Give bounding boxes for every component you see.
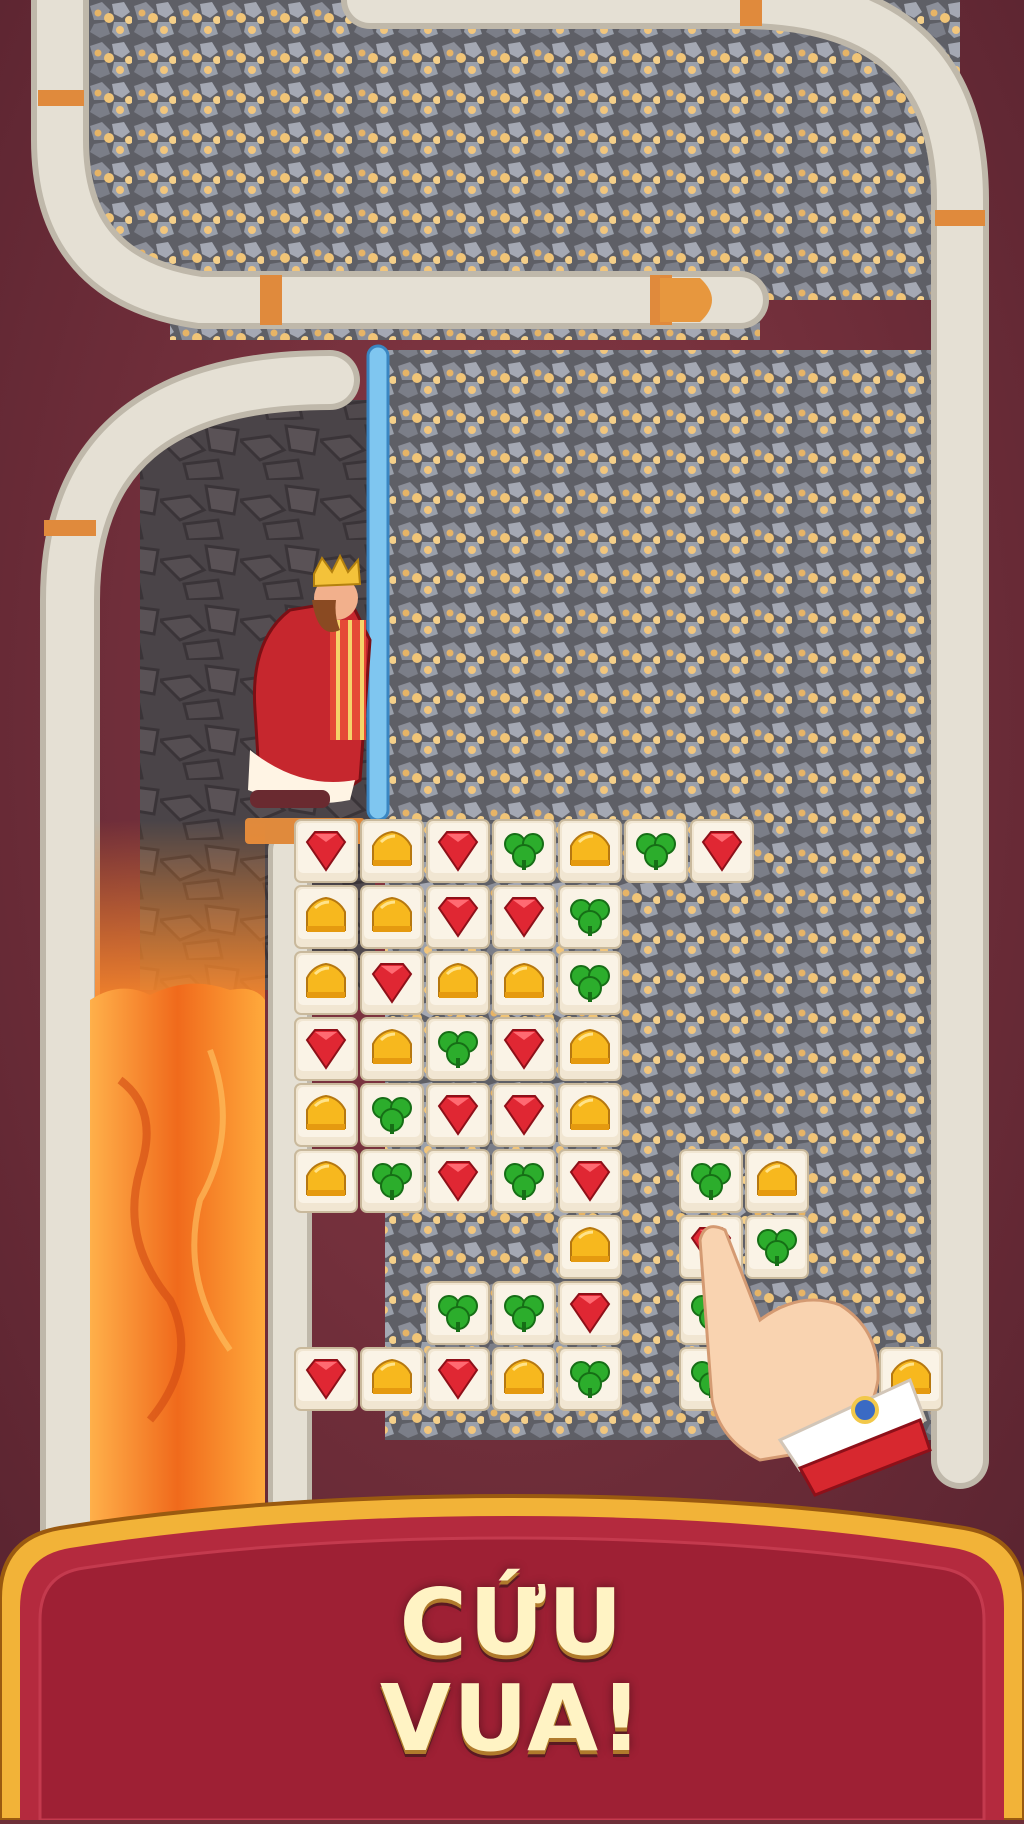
tile-green-clover[interactable] [493,1150,555,1212]
tile-red-gem[interactable] [295,1018,357,1080]
tile-green-clover[interactable] [559,952,621,1014]
tile-yellow-crown[interactable] [746,1150,808,1212]
tile-yellow-crown[interactable] [295,952,357,1014]
tile-yellow-crown[interactable] [295,1150,357,1212]
tile-yellow-crown[interactable] [295,1084,357,1146]
tile-green-clover[interactable] [427,1282,489,1344]
tile-red-gem[interactable] [559,1150,621,1212]
tile-green-clover[interactable] [680,1150,742,1212]
tile-green-clover[interactable] [746,1216,808,1278]
tile-green-clover[interactable] [361,1084,423,1146]
tile-green-clover[interactable] [625,820,687,882]
tile-yellow-crown[interactable] [559,820,621,882]
tile-green-clover[interactable] [559,886,621,948]
tile-red-gem[interactable] [691,820,753,882]
banner-caption: CỨU VUA! [0,1575,1024,1767]
tile-yellow-crown[interactable] [559,1216,621,1278]
tile-yellow-crown[interactable] [493,952,555,1014]
tile-red-gem[interactable] [295,1348,357,1410]
tile-red-gem[interactable] [493,1084,555,1146]
tile-red-gem[interactable] [427,1084,489,1146]
caption-line-1: CỨU [399,1569,625,1676]
tile-green-clover[interactable] [427,1018,489,1080]
tile-yellow-crown[interactable] [493,1348,555,1410]
tile-yellow-crown[interactable] [361,820,423,882]
tile-red-gem[interactable] [427,1150,489,1212]
tile-red-gem[interactable] [427,820,489,882]
caption-line-2: VUA! [379,1665,645,1772]
lava-glow [95,820,265,1000]
tile-green-clover[interactable] [493,820,555,882]
tile-green-clover[interactable] [493,1282,555,1344]
tile-yellow-crown[interactable] [361,1348,423,1410]
pipe-end-cap [660,278,712,322]
tile-yellow-crown[interactable] [295,886,357,948]
tile-yellow-crown[interactable] [361,1018,423,1080]
tile-yellow-crown[interactable] [427,952,489,1014]
pull-pin[interactable] [366,344,390,822]
tile-red-gem[interactable] [427,886,489,948]
tile-red-gem[interactable] [493,1018,555,1080]
tile-yellow-crown[interactable] [559,1084,621,1146]
tile-red-gem[interactable] [295,820,357,882]
tile-red-gem[interactable] [427,1348,489,1410]
tile-red-gem[interactable] [559,1282,621,1344]
tile-red-gem[interactable] [493,886,555,948]
lava-pool [90,983,265,1530]
tile-yellow-crown[interactable] [361,886,423,948]
tile-green-clover[interactable] [559,1348,621,1410]
tile-red-gem[interactable] [361,952,423,1014]
tile-yellow-crown[interactable] [559,1018,621,1080]
tile-green-clover[interactable] [361,1150,423,1212]
